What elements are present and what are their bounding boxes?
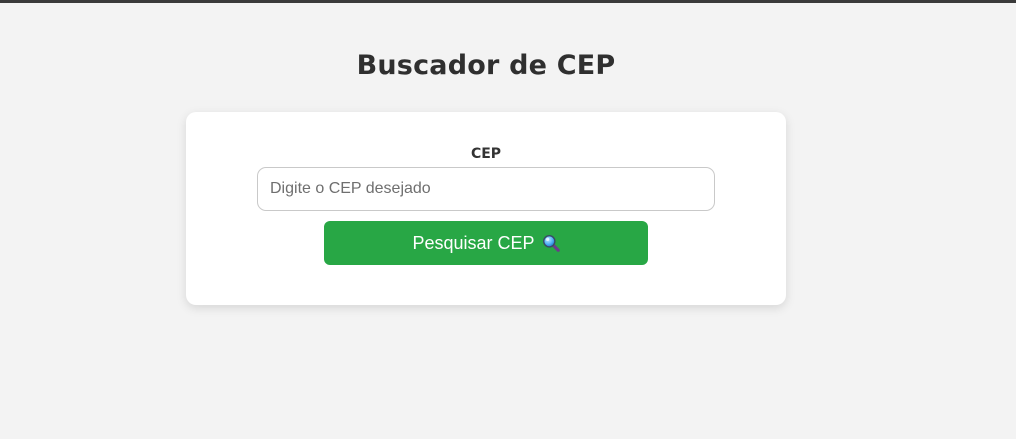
magnifying-glass-icon: [542, 234, 560, 252]
search-card: CEP Pesquisar CEP: [186, 112, 786, 305]
cep-input[interactable]: [257, 167, 715, 211]
top-border: [0, 0, 1016, 3]
search-cep-button[interactable]: Pesquisar CEP: [324, 221, 648, 265]
search-button-label: Pesquisar CEP: [412, 232, 535, 253]
page-title: Buscador de CEP: [356, 50, 616, 81]
cep-label: CEP: [470, 146, 502, 162]
